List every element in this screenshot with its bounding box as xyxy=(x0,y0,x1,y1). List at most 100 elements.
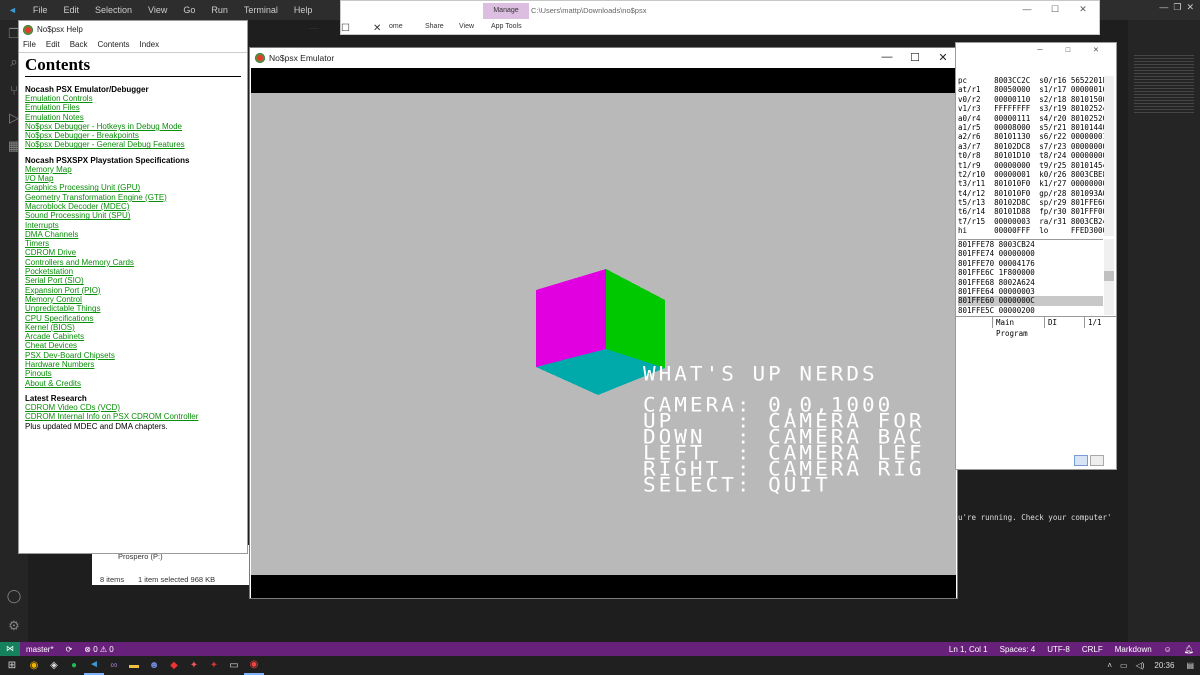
app-icon-red[interactable]: ✦ xyxy=(184,656,204,675)
help-menu-edit[interactable]: Edit xyxy=(46,40,60,49)
help-link[interactable]: Controllers and Memory Cards xyxy=(25,258,241,267)
help-link[interactable]: Unpredictable Things xyxy=(25,304,241,313)
menu-view[interactable]: View xyxy=(140,5,175,15)
register-row[interactable]: a1/r5 00008000 s5/r21 80101440 xyxy=(958,123,1107,132)
ribbon-tab-home[interactable]: ome xyxy=(389,23,403,30)
stack-row[interactable]: 801FFE60 0000000C xyxy=(958,296,1103,306)
explorer-window-controls[interactable]: — ☐ ✕ xyxy=(1013,4,1097,15)
clock[interactable]: 20:36 xyxy=(1148,661,1180,670)
help-link[interactable]: CDROM Drive xyxy=(25,248,241,257)
register-row[interactable]: a3/r7 80102DC8 s7/r23 00000000 xyxy=(958,142,1107,151)
ribbon-tab-share[interactable]: Share xyxy=(425,23,444,30)
discord-icon[interactable]: ☻ xyxy=(144,656,164,675)
view-toggle-icon[interactable] xyxy=(1074,455,1088,466)
emulator-screen[interactable]: WHAT'S UP NERDS CAMERA: 0,0,1000 UP : CA… xyxy=(251,68,956,598)
game-icon[interactable]: ◈ xyxy=(44,656,64,675)
menu-run[interactable]: Run xyxy=(203,5,236,15)
help-link[interactable]: No$psx Debugger - General Debug Features xyxy=(25,140,241,149)
branch-indicator[interactable]: master* xyxy=(20,645,60,654)
remote-icon[interactable]: ⋈ xyxy=(0,642,20,656)
menu-edit[interactable]: Edit xyxy=(55,5,87,15)
account-icon[interactable]: ◯ xyxy=(0,582,28,610)
help-close-icon[interactable]: ✕ xyxy=(373,23,381,34)
language-mode[interactable]: Markdown xyxy=(1109,645,1158,654)
help-link[interactable]: Hardware Numbers xyxy=(25,360,241,369)
help-link[interactable]: Memory Map xyxy=(25,165,241,174)
help-minimize-icon[interactable]: — xyxy=(309,23,319,34)
terminal-icon[interactable]: ▭ xyxy=(224,656,244,675)
volume-icon[interactable]: ◁) xyxy=(1132,661,1149,670)
menu-selection[interactable]: Selection xyxy=(87,5,140,15)
emu-minimize-icon[interactable]: — xyxy=(873,51,901,64)
stack-row[interactable]: 801FFE74 00000000 xyxy=(958,249,1103,258)
help-link[interactable]: Geometry Transformation Engine (GTE) xyxy=(25,193,241,202)
stack-scrollbar[interactable] xyxy=(1104,239,1114,315)
register-row[interactable]: t6/r14 80101D88 fp/r30 801FFF00 xyxy=(958,207,1107,216)
help-link[interactable]: PSX Dev-Board Chipsets xyxy=(25,351,241,360)
register-row[interactable]: t4/r12 801010F0 gp/r28 801093A0 xyxy=(958,189,1107,198)
register-row[interactable]: t0/r8 80101D10 t8/r24 00000000 xyxy=(958,151,1107,160)
cursor-position[interactable]: Ln 1, Col 1 xyxy=(943,645,994,654)
help-link[interactable]: CDROM Video CDs (VCD) xyxy=(25,403,241,412)
help-link[interactable]: Macroblock Decoder (MDEC) xyxy=(25,202,241,211)
folder-icon[interactable]: ▬ xyxy=(124,656,144,675)
help-link[interactable]: I/O Map xyxy=(25,174,241,183)
help-link[interactable]: Graphics Processing Unit (GPU) xyxy=(25,183,241,192)
encoding[interactable]: UTF-8 xyxy=(1041,645,1076,654)
register-row[interactable]: v1/r3 FFFFFFFF s3/r19 80102524 xyxy=(958,104,1107,113)
settings-gear-icon[interactable]: ⚙ xyxy=(0,612,28,640)
menu-file[interactable]: File xyxy=(25,5,56,15)
register-scrollbar[interactable] xyxy=(1104,76,1114,236)
help-menu-file[interactable]: File xyxy=(23,40,36,49)
nopsx-icon[interactable]: ◉ xyxy=(244,656,264,675)
stack-row[interactable]: 801FFE64 00000003 xyxy=(958,287,1103,296)
help-link[interactable]: Cheat Devices xyxy=(25,341,241,350)
stack-row[interactable]: 801FFE5C 00000200 xyxy=(958,306,1103,315)
feedback-icon[interactable]: ☺ xyxy=(1158,645,1178,654)
start-icon[interactable]: ⊞ xyxy=(0,656,24,675)
register-row[interactable]: hi 00000FFF lo FFED3000 xyxy=(958,226,1107,235)
spotify-icon[interactable]: ● xyxy=(64,656,84,675)
help-link[interactable]: CDROM Internal Info on PSX CDROM Control… xyxy=(25,412,241,421)
sync-icon[interactable]: ⟳ xyxy=(60,645,79,654)
indentation[interactable]: Spaces: 4 xyxy=(994,645,1042,654)
menu-help[interactable]: Help xyxy=(286,5,321,15)
stack-panel[interactable]: 801FFE78 8003CB24 801FFE74 00000000 801FFE… xyxy=(958,239,1103,315)
chrome-icon[interactable]: ◉ xyxy=(24,656,44,675)
help-link[interactable]: Pinouts xyxy=(25,369,241,378)
register-row[interactable]: t3/r11 801010F0 k1/r27 00000000 xyxy=(958,179,1107,188)
notifications-icon[interactable]: 🔔︎ xyxy=(1178,645,1200,654)
stack-row[interactable]: 801FFE6C 1F800000 xyxy=(958,268,1103,277)
vscode-icon[interactable]: ◄ xyxy=(84,656,104,675)
help-link[interactable]: Arcade Cabinets xyxy=(25,332,241,341)
help-link[interactable]: Emulation Files xyxy=(25,103,241,112)
help-link[interactable]: DMA Channels xyxy=(25,230,241,239)
dbg-window-controls[interactable]: — ☐ ✕ xyxy=(1026,45,1110,55)
stack-row[interactable]: 801FFE70 00004176 xyxy=(958,259,1103,268)
help-link[interactable]: No$psx Debugger - Hotkeys in Debug Mode xyxy=(25,122,241,131)
register-row[interactable]: at/r1 80050000 s1/r17 00000016 xyxy=(958,85,1107,94)
help-link[interactable]: Sound Processing Unit (SPU) xyxy=(25,211,241,220)
register-panel[interactable]: pc 8003CC2C s0/r16 5652201F at/r1 8005000… xyxy=(958,76,1107,236)
menu-go[interactable]: Go xyxy=(175,5,203,15)
help-menu-index[interactable]: Index xyxy=(140,40,160,49)
app-icon-red-2[interactable]: ✦ xyxy=(204,656,224,675)
help-link[interactable]: Interrupts xyxy=(25,221,241,230)
ribbon-tab-apptools[interactable]: App Tools xyxy=(491,23,522,30)
help-menu-back[interactable]: Back xyxy=(70,40,88,49)
emu-maximize-icon[interactable]: ☐ xyxy=(901,51,929,64)
help-link[interactable]: Memory Control xyxy=(25,295,241,304)
notification-icon[interactable]: ▤ xyxy=(1180,661,1200,670)
register-row[interactable]: a2/r6 80101130 s6/r22 00000001 xyxy=(958,132,1107,141)
menu-terminal[interactable]: Terminal xyxy=(236,5,286,15)
help-link[interactable]: About & Credits xyxy=(25,379,241,388)
register-row[interactable]: t7/r15 00000003 ra/r31 8003CB24 xyxy=(958,217,1107,226)
register-row[interactable]: t5/r13 80102D8C sp/r29 801FFE60 xyxy=(958,198,1107,207)
address-path[interactable]: C:\Users\mattp\Downloads\no$psx xyxy=(531,6,646,15)
stack-row[interactable]: 801FFE78 8003CB24 xyxy=(958,240,1103,249)
help-link[interactable]: Emulation Controls xyxy=(25,94,241,103)
help-link[interactable]: No$psx Debugger - Breakpoints xyxy=(25,131,241,140)
tray-chevron-icon[interactable]: ˄ xyxy=(1103,661,1116,670)
help-link[interactable]: Emulation Notes xyxy=(25,113,241,122)
help-maximize-icon[interactable]: ☐ xyxy=(341,23,350,34)
